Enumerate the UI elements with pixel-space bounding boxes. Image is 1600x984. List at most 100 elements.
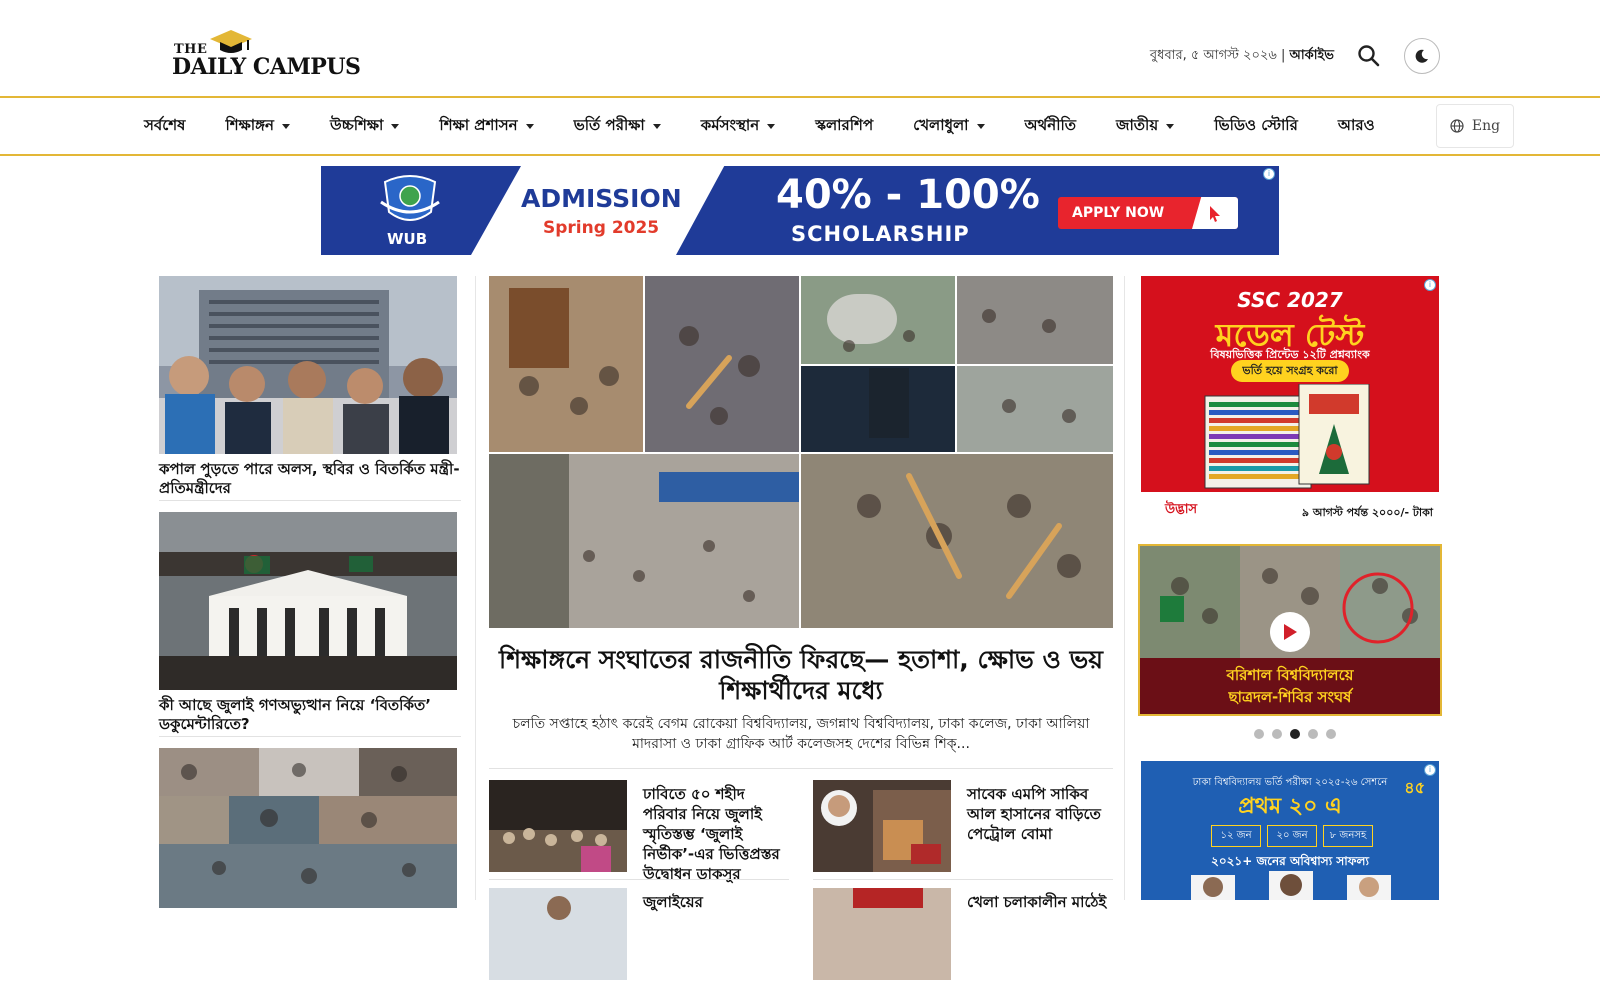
carousel-dot[interactable] bbox=[1326, 729, 1336, 739]
divider bbox=[489, 879, 789, 880]
nav-items: সর্বশেষ শিক্ষাঙ্গন উচ্চশিক্ষা শিক্ষা প্র… bbox=[144, 98, 1415, 154]
crowd-parliament-photo bbox=[159, 512, 457, 690]
video-story-card[interactable]: বরিশাল বিশ্ববিদ্যালয়ে ছাত্রদল-শিবির সংঘ… bbox=[1138, 544, 1442, 716]
moon-icon bbox=[1415, 49, 1428, 63]
carousel-dot[interactable] bbox=[1254, 729, 1264, 739]
story-title[interactable]: কপাল পুড়তে পারে অলস, স্থবির ও বিতর্কিত … bbox=[159, 460, 461, 498]
archive-link[interactable]: আর্কাইভ bbox=[1290, 48, 1334, 63]
nav-item-latest[interactable]: সর্বশেষ bbox=[144, 114, 185, 139]
nav-item-more[interactable]: আরও bbox=[1338, 114, 1375, 139]
ad-stat-box: ২০ জন bbox=[1267, 825, 1317, 847]
story-title[interactable]: খেলা চলাকালীন মাঠেই bbox=[967, 892, 1117, 912]
lead-story-title[interactable]: শিক্ষাঙ্গনে সংঘাতের রাজনীতি ফিরছে— হতাশা… bbox=[489, 644, 1113, 706]
date-line: বুধবার, ৫ আগস্ট ২০২৬ | আর্কাইভ bbox=[1150, 46, 1334, 67]
ministers-photo bbox=[159, 276, 457, 454]
ad-choices-icon[interactable]: i bbox=[1424, 764, 1436, 776]
nav-label: শিক্ষা প্রশাসন bbox=[439, 115, 518, 134]
nav-label: স্কলারশিপ bbox=[815, 115, 874, 134]
story-thumbnail[interactable] bbox=[159, 512, 457, 690]
column-divider bbox=[1124, 276, 1125, 900]
nav-item-economy[interactable]: অর্থনীতি bbox=[1025, 114, 1077, 139]
site-header: THE DAILY CAMPUS বুধবার, ৫ আগস্ট ২০২৬ | … bbox=[0, 0, 1600, 96]
banner-ad[interactable]: WUB ADMISSION Spring 2025 40% - 100% SCH… bbox=[321, 166, 1279, 255]
ad-line-1: SSC 2027 bbox=[1237, 288, 1343, 312]
logo-name: DAILY CAMPUS bbox=[172, 54, 361, 80]
question-bank-books-illustration bbox=[1204, 384, 1370, 489]
ad-headline: প্রথম ২০ এ bbox=[1238, 794, 1342, 819]
students-photos bbox=[1191, 871, 1391, 900]
nav-item-sports[interactable]: খেলাধুলা bbox=[913, 114, 985, 139]
divider bbox=[489, 768, 1113, 769]
apply-now-button[interactable]: APPLY NOW bbox=[1058, 197, 1238, 229]
story-photo bbox=[813, 888, 951, 980]
story-card: সাবেক এমপি সাকিব আল হাসানের বাড়িতে পেট্… bbox=[813, 780, 1113, 876]
story-title[interactable]: ঢাবিতে ৫০ শহীদ পরিবার নিয়ে জুলাই স্মৃতি… bbox=[643, 784, 793, 884]
search-button[interactable] bbox=[1356, 43, 1382, 69]
nav-item-admission-test[interactable]: ভর্তি পরীক্ষা bbox=[574, 114, 661, 139]
divider bbox=[159, 736, 461, 737]
story-card: জুলাইয়ের bbox=[489, 888, 789, 984]
caret-down-icon bbox=[1166, 123, 1175, 129]
video-caption: বরিশাল বিশ্ববিদ্যালয়ে ছাত্রদল-শিবির সংঘ… bbox=[1140, 658, 1440, 714]
ssc-model-test-ad[interactable]: SSC 2027 মডেল টেস্ট বিষয়ভিত্তিক প্রিন্ট… bbox=[1141, 276, 1439, 524]
date-separator: | bbox=[1281, 47, 1290, 63]
video-caption-line-1: বরিশাল বিশ্ববিদ্যালয়ে bbox=[1226, 666, 1354, 684]
caret-down-icon bbox=[652, 123, 661, 129]
story-title[interactable]: কী আছে জুলাই গণঅভ্যুত্থান নিয়ে ‘বিতর্কি… bbox=[159, 696, 461, 734]
ad-choices-icon[interactable]: i bbox=[1424, 279, 1436, 291]
nav-label: সর্বশেষ bbox=[144, 115, 186, 134]
caret-down-icon bbox=[391, 123, 400, 129]
caret-down-icon bbox=[525, 123, 534, 129]
ad-pill: ভর্তি হয়ে সংগ্রহ করো bbox=[1231, 360, 1349, 382]
cursor-click-icon bbox=[1210, 206, 1220, 222]
story-thumbnail[interactable] bbox=[813, 888, 951, 980]
search-icon bbox=[1358, 45, 1380, 67]
carousel-dots bbox=[1254, 729, 1336, 739]
story-thumbnail[interactable] bbox=[489, 780, 627, 872]
protest-collage-photo bbox=[159, 748, 457, 908]
story-thumbnail[interactable] bbox=[159, 276, 457, 454]
house-fire-photo bbox=[813, 780, 951, 872]
nav-item-campus[interactable]: শিক্ষাঙ্গন bbox=[225, 114, 291, 139]
play-button[interactable] bbox=[1270, 612, 1310, 652]
du-admission-ad[interactable]: ঢাকা বিশ্ববিদ্যালয় ভর্তি পরীক্ষা ২০২৫-২… bbox=[1141, 761, 1439, 900]
carousel-dot[interactable] bbox=[1308, 729, 1318, 739]
nav-item-video-story[interactable]: ভিডিও স্টোরি bbox=[1214, 114, 1298, 139]
nav-label: খেলাধুলা bbox=[913, 115, 969, 134]
banner-scholarship-range: 40% - 100% bbox=[776, 172, 1040, 218]
nav-item-scholarship[interactable]: স্কলারশিপ bbox=[815, 114, 873, 139]
caret-down-icon bbox=[976, 123, 985, 129]
main-nav: সর্বশেষ শিক্ষাঙ্গন উচ্চশিক্ষা শিক্ষা প্র… bbox=[0, 96, 1600, 156]
story-card: খেলা চলাকালীন মাঠেই bbox=[813, 888, 1113, 984]
divider bbox=[813, 879, 1113, 880]
story-title[interactable]: সাবেক এমপি সাকিব আল হাসানের বাড়িতে পেট্… bbox=[967, 784, 1117, 844]
language-switch[interactable]: Eng bbox=[1436, 104, 1514, 148]
divider bbox=[159, 500, 461, 501]
nav-label: উচ্চশিক্ষা bbox=[330, 115, 384, 134]
globe-icon bbox=[1450, 119, 1464, 133]
banner-term: Spring 2025 bbox=[543, 218, 660, 238]
nav-item-national[interactable]: জাতীয় bbox=[1116, 114, 1175, 139]
nav-item-jobs[interactable]: কর্মসংস্থান bbox=[700, 114, 776, 139]
site-logo[interactable]: THE DAILY CAMPUS bbox=[172, 28, 361, 84]
carousel-dot[interactable] bbox=[1290, 729, 1300, 739]
nav-label: কর্মসংস্থান bbox=[700, 115, 760, 134]
lead-story-image[interactable] bbox=[489, 276, 1113, 628]
nav-item-education-admin[interactable]: শিক্ষা প্রশাসন bbox=[439, 114, 534, 139]
story-thumbnail[interactable] bbox=[159, 748, 457, 908]
nav-item-higher-education[interactable]: উচ্চশিক্ষা bbox=[330, 114, 400, 139]
banner-scholarship-label: SCHOLARSHIP bbox=[791, 222, 970, 246]
campus-clash-collage bbox=[489, 276, 1113, 628]
story-thumbnail[interactable] bbox=[489, 888, 627, 980]
story-title[interactable]: জুলাইয়ের bbox=[643, 892, 793, 912]
dark-mode-toggle[interactable] bbox=[1404, 38, 1440, 74]
play-icon bbox=[1284, 624, 1297, 640]
nav-label: জাতীয় bbox=[1116, 115, 1159, 134]
story-thumbnail[interactable] bbox=[813, 780, 951, 872]
caret-down-icon bbox=[282, 123, 291, 129]
current-date: বুধবার, ৫ আগস্ট ২০২৬ bbox=[1149, 47, 1277, 63]
graduation-cap-icon bbox=[210, 30, 252, 53]
night-gathering-photo bbox=[489, 780, 627, 872]
ad-choices-icon[interactable]: i bbox=[1263, 168, 1275, 180]
carousel-dot[interactable] bbox=[1272, 729, 1282, 739]
